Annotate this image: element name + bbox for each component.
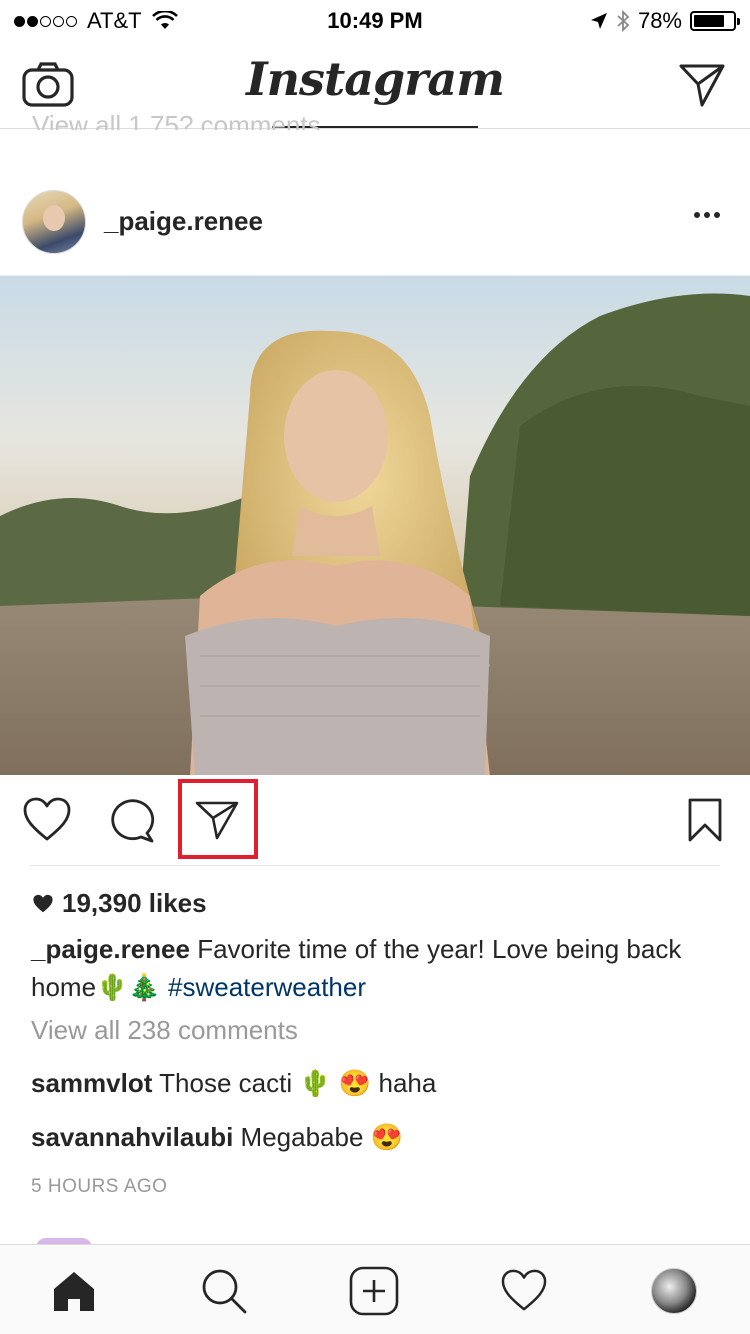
previous-post-comments-link: View all 1,75? comments [32,110,321,130]
likes-text: 19,390 likes [62,888,207,918]
comment-username[interactable]: savannahvilaubi [31,1122,233,1152]
highlight-annotation-box [178,779,258,859]
comment-username[interactable]: sammvlot [31,1068,152,1098]
more-options-icon[interactable] [694,212,720,218]
post-caption: _paige.renee Favorite time of the year! … [31,930,721,1006]
battery-icon [690,11,740,31]
heart-icon [23,797,71,841]
status-right: 78% [590,8,740,34]
view-all-comments-link[interactable]: View all 238 comments [31,1015,298,1046]
location-arrow-icon [590,13,607,29]
bookmark-icon [688,798,722,842]
home-icon [54,1272,94,1311]
tab-search[interactable] [196,1263,252,1319]
post-action-bar [0,775,750,865]
tab-profile[interactable] [646,1263,702,1319]
caption-hashtag[interactable]: #sweaterweather [168,972,366,1002]
status-bar: AT&T 10:49 PM 78% [0,0,750,40]
tab-home[interactable] [46,1263,102,1319]
comment-item: savannahvilaubi Megababe 😍 [31,1122,403,1153]
tab-add-post[interactable] [346,1263,402,1319]
like-button[interactable] [22,795,72,845]
caption-username[interactable]: _paige.renee [31,934,190,964]
comment-text: Megababe 😍 [233,1122,404,1152]
profile-avatar [651,1268,697,1314]
likes-count[interactable]: 19,390 likes [32,888,207,919]
post-author-avatar[interactable] [22,190,86,254]
comment-icon [111,799,155,843]
post-image [0,276,750,775]
activity-heart-icon [501,1269,547,1311]
save-button[interactable] [680,795,730,845]
direct-message-icon [679,64,725,107]
bluetooth-icon [617,10,630,32]
post-photo[interactable] [0,275,750,775]
post-header: _paige.renee [0,176,750,274]
search-icon [202,1269,247,1314]
instagram-logo: Instagram [246,52,505,106]
direct-message-button[interactable] [678,62,726,108]
post-author-username[interactable]: _paige.renee [104,206,263,237]
action-divider [30,865,720,866]
comment-button[interactable] [106,795,156,845]
tab-activity[interactable] [496,1263,552,1319]
add-icon [349,1266,399,1316]
post-timestamp: 5 HOURS AGO [31,1176,168,1197]
battery-percent: 78% [637,8,682,33]
comment-item: sammvlot Those cacti 🌵 😍 haha [31,1068,436,1099]
comment-text: Those cacti 🌵 😍 haha [152,1068,437,1098]
heart-filled-icon [33,894,53,912]
bottom-tab-bar [0,1244,750,1334]
